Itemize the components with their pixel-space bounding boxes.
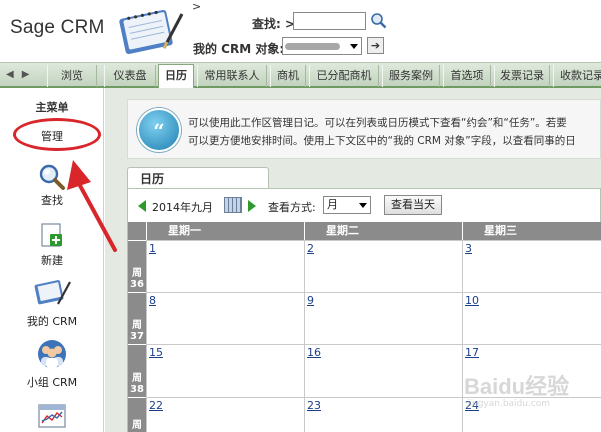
week-char: 周 <box>132 420 142 431</box>
calendar-panel: 2014年九月 查看方式: 月 查看当天 星期一 星期二 星期三 周 36 1 2… <box>127 188 601 432</box>
chevron-down-icon <box>350 44 358 49</box>
day-number[interactable]: 15 <box>149 346 163 359</box>
month-grid: 星期一 星期二 星期三 周 36 1 2 3 周 37 8 9 10 周 38 15 … <box>128 222 601 432</box>
brand-logo-text: Sage CRM <box>10 17 105 38</box>
tab-calendar[interactable]: 日历 <box>158 64 194 89</box>
speech-bubble-icon: “ <box>137 108 181 152</box>
day-number[interactable]: 1 <box>149 242 156 255</box>
header-caret: > <box>192 0 202 13</box>
tab-payment-records[interactable]: 收款记录 <box>553 65 601 87</box>
view-mode-value: 月 <box>327 198 338 211</box>
day-header-monday: 星期一 <box>146 222 304 240</box>
day-cell[interactable]: 2 <box>304 240 462 292</box>
view-mode-label: 查看方式: <box>268 201 316 214</box>
sidebar-item-label: 查找 <box>41 194 63 207</box>
day-header-wednesday: 星期三 <box>462 222 601 240</box>
day-number[interactable]: 9 <box>307 294 314 307</box>
day-cell[interactable]: 3 <box>462 240 601 292</box>
week-label[interactable]: 周 37 <box>128 292 146 344</box>
search-icon[interactable] <box>370 12 387 29</box>
day-cell[interactable]: 15 <box>146 344 304 397</box>
annotation-red-ellipse <box>13 118 101 151</box>
next-month-icon[interactable] <box>248 200 256 212</box>
tab-dashboard[interactable]: 仪表盘 <box>104 65 156 87</box>
day-cell[interactable]: 9 <box>304 292 462 344</box>
week-char: 周 <box>132 268 142 279</box>
day-number[interactable]: 24 <box>465 399 479 412</box>
tab-opportunities[interactable]: 商机 <box>270 65 306 87</box>
sidebar-item-label: 小组 CRM <box>26 376 78 389</box>
main-tab-bar: ◀▶ 浏览 仪表盘 日历 常用联系人 商机 已分配商机 服务案例 首选项 发票记… <box>0 62 601 89</box>
day-number[interactable]: 2 <box>307 242 314 255</box>
week-label[interactable]: 周39 <box>128 397 146 432</box>
day-cell[interactable]: 17 <box>462 344 601 397</box>
day-number[interactable]: 8 <box>149 294 156 307</box>
day-cell[interactable]: 24 <box>462 397 601 432</box>
my-crm-objects-select[interactable] <box>282 37 362 55</box>
day-number[interactable]: 23 <box>307 399 321 412</box>
week-label[interactable]: 周 36 <box>128 240 146 292</box>
app-header: Sage CRM > 查找: > 我的 CRM 对象: ➔ <box>0 0 601 62</box>
main-menu-title: 主菜单 <box>35 101 69 114</box>
view-today-button[interactable]: 查看当天 <box>384 195 442 215</box>
tab-service-cases[interactable]: 服务案例 <box>382 65 440 87</box>
find-label: 查找: > <box>252 17 296 31</box>
week-number: 37 <box>130 331 144 342</box>
week-char: 周 <box>132 373 142 384</box>
find-input[interactable] <box>293 12 366 30</box>
current-month: 2014年九月 <box>152 201 213 214</box>
main-content: “ 可以使用此工作区管理日记。可以在列表或日历模式下查看“约会”和“任务”。若要… <box>105 88 601 432</box>
info-text-line-2: 可以更方便地安排时间。使用上下文区中的“我的 CRM 对象”字段，以查看同事的日 <box>188 135 576 147</box>
blurred-user-name <box>285 43 340 50</box>
sidebar-item-label: 新建 <box>41 254 63 267</box>
team-crm-icon[interactable] <box>36 339 68 369</box>
info-text-line-1: 可以使用此工作区管理日记。可以在列表或日历模式下查看“约会”和“任务”。若要 <box>188 117 567 129</box>
tab-browse[interactable]: 浏览 <box>47 65 97 87</box>
calendar-panel-tab[interactable]: 日历 <box>127 167 269 189</box>
day-header-tuesday: 星期二 <box>304 222 462 240</box>
week-label[interactable]: 周 38 <box>128 344 146 397</box>
tab-preferences[interactable]: 首选项 <box>443 65 491 87</box>
chevron-down-icon <box>359 203 367 208</box>
day-cell[interactable]: 22 <box>146 397 304 432</box>
crm-go-button[interactable]: ➔ <box>367 37 384 54</box>
day-number[interactable]: 16 <box>307 346 321 359</box>
my-crm-icon[interactable] <box>32 276 72 310</box>
tab-favourite-contacts[interactable]: 常用联系人 <box>197 65 267 87</box>
date-picker-icon[interactable] <box>224 197 242 213</box>
tab-invoice-records[interactable]: 发票记录 <box>494 65 550 87</box>
week-char: 周 <box>132 320 142 331</box>
day-number[interactable]: 3 <box>465 242 472 255</box>
day-number[interactable]: 22 <box>149 399 163 412</box>
tab-scroll-arrows-icon[interactable]: ◀▶ <box>6 69 37 80</box>
day-number[interactable]: 17 <box>465 346 479 359</box>
notebook-logo-icon <box>119 9 184 55</box>
day-cell[interactable]: 10 <box>462 292 601 344</box>
report-icon[interactable] <box>38 404 66 428</box>
new-icon[interactable] <box>40 222 64 248</box>
sidebar-item-label: 我的 CRM <box>26 315 78 328</box>
week-number: 36 <box>130 279 144 290</box>
main-menu-sidebar: 主菜单 管理 查找 新建 我的 CRM 小组 CRM <box>0 88 104 432</box>
day-cell[interactable]: 8 <box>146 292 304 344</box>
magnifier-icon[interactable] <box>38 163 66 191</box>
view-mode-select[interactable]: 月 <box>323 196 371 214</box>
calendar-controls: 2014年九月 查看方式: 月 查看当天 <box>138 195 598 217</box>
previous-month-icon[interactable] <box>138 200 146 212</box>
day-cell[interactable]: 23 <box>304 397 462 432</box>
day-number[interactable]: 10 <box>465 294 479 307</box>
my-crm-objects-label: 我的 CRM 对象: <box>193 42 285 56</box>
grid-corner <box>128 222 146 240</box>
day-cell[interactable]: 16 <box>304 344 462 397</box>
info-panel: “ 可以使用此工作区管理日记。可以在列表或日历模式下查看“约会”和“任务”。若要… <box>127 99 601 159</box>
tab-assigned-opportunities[interactable]: 已分配商机 <box>309 65 379 87</box>
day-cell[interactable]: 1 <box>146 240 304 292</box>
week-number: 38 <box>130 384 144 395</box>
